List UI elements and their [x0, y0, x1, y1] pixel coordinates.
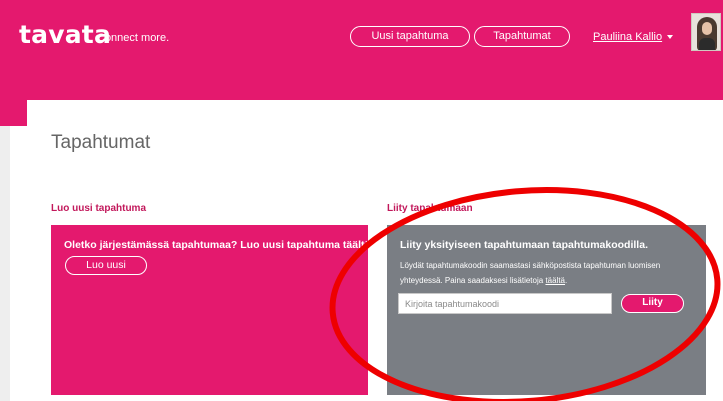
join-button[interactable]: Liity: [621, 294, 684, 313]
logo-tagline: Connect more.: [97, 32, 170, 44]
join-card-description: Löydät tapahtumakoodin saamastasi sähköp…: [400, 261, 661, 285]
create-event-card: Oletko järjestämässä tapahtumaa? Luo uus…: [51, 225, 373, 395]
join-event-card: Liity yksityiseen tapahtumaan tapahtumak…: [387, 225, 706, 395]
create-section-label: Luo uusi tapahtuma: [51, 203, 146, 214]
event-code-input[interactable]: [398, 293, 612, 314]
join-card-title: Liity yksityiseen tapahtumaan tapahtumak…: [400, 239, 648, 251]
events-button[interactable]: Tapahtumat: [474, 26, 570, 47]
caret-down-icon[interactable]: [667, 35, 674, 39]
create-new-button[interactable]: Luo uusi: [65, 256, 147, 275]
user-name[interactable]: Pauliina Kallio: [593, 31, 662, 43]
avatar[interactable]: [691, 13, 721, 51]
new-event-button[interactable]: Uusi tapahtuma: [350, 26, 470, 47]
page-title: Tapahtumat: [51, 132, 151, 153]
create-card-title: Oletko järjestämässä tapahtumaa? Luo uus…: [64, 239, 374, 251]
join-section-label: Liity tapahtumaan: [387, 203, 473, 214]
user-menu[interactable]: Pauliina Kallio: [593, 31, 674, 43]
page-background-strip: [0, 126, 10, 401]
more-info-link[interactable]: täältä: [545, 276, 565, 285]
